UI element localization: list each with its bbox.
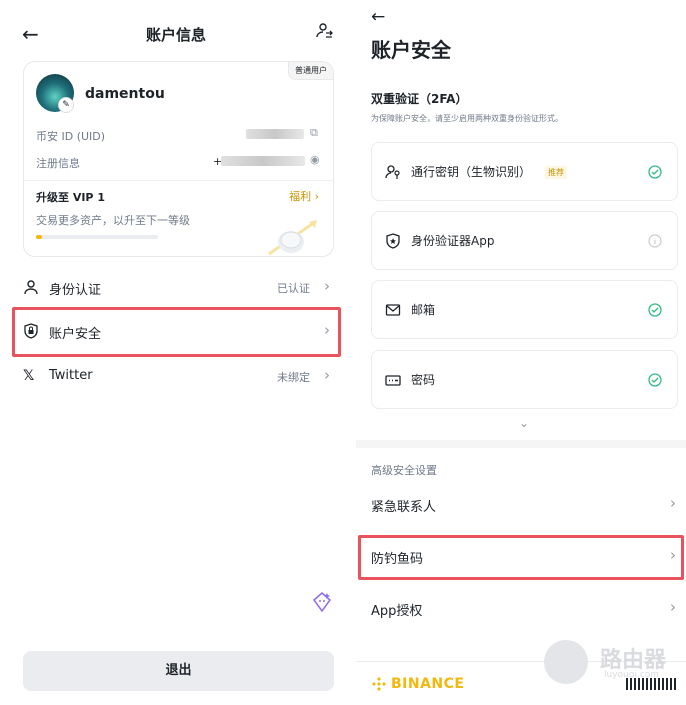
person-icon (24, 280, 38, 295)
page-title: 账户安全 (371, 38, 451, 62)
x-logo-icon: 𝕏 (23, 368, 35, 384)
benefits-link[interactable]: 福利 › (289, 188, 319, 204)
watermark: 路由器 luyouqi.com (544, 638, 678, 698)
setting-app-authorization[interactable]: App授权 › (371, 598, 676, 622)
vip-upgrade-subtitle: 交易更多资产，以升至下一等级 (36, 214, 190, 227)
uid-value-masked (246, 129, 304, 139)
method-password[interactable]: 密码 (371, 350, 678, 409)
method-passkey[interactable]: 通行密钥（生物识别） 推荐 (371, 142, 678, 201)
twofa-section-subtitle: 为保障账户安全，请至少启用两种双重身份验证形式。 (371, 114, 563, 123)
menu-item-label: Twitter (49, 368, 93, 383)
setting-label: 紧急联系人 (371, 500, 437, 515)
section-separator (356, 440, 686, 448)
copy-icon[interactable]: ⧉ (310, 126, 318, 140)
registration-value-masked (221, 156, 305, 166)
menu-item-label: 账户安全 (49, 327, 102, 342)
method-email[interactable]: 邮箱 (371, 280, 678, 339)
uid-label: 币安 ID (UID) (36, 130, 106, 143)
edit-avatar-icon[interactable]: ✎ (58, 97, 74, 113)
setting-label: App授权 (371, 604, 423, 619)
check-circle-icon (648, 373, 662, 387)
setting-emergency-contact[interactable]: 紧急联系人 › (371, 494, 676, 518)
benefits-label: 福利 (289, 190, 312, 203)
chevron-right-icon: › (670, 598, 676, 616)
mail-icon (385, 304, 401, 316)
setting-label: 防钓鱼码 (371, 552, 424, 567)
vip-coin-decoration-icon (268, 220, 317, 256)
registration-label: 注册信息 (36, 157, 80, 170)
qr-code-icon (626, 678, 678, 690)
method-label: 通行密钥（生物识别） (411, 165, 532, 179)
chevron-right-icon: › (324, 366, 330, 384)
watermark-logo-icon (544, 640, 588, 684)
menu-item-account-security[interactable]: 账户安全 › (23, 317, 334, 347)
method-authenticator[interactable]: 身份验证器App (371, 211, 678, 270)
method-label: 邮箱 (411, 303, 436, 317)
menu-item-status: 未绑定 (277, 371, 310, 384)
menu-item-twitter[interactable]: 𝕏 Twitter 未绑定 › (23, 362, 334, 392)
menu-item-identity[interactable]: 身份认证 已认证 › (23, 273, 334, 303)
left-header: ← 账户信息 (0, 20, 352, 48)
check-circle-icon (648, 303, 662, 317)
switch-account-icon[interactable] (316, 22, 334, 44)
menu-item-label: 身份认证 (49, 283, 102, 298)
password-icon (385, 375, 401, 386)
brand-name: BINANCE (391, 676, 465, 692)
ai-assistant-icon[interactable] (311, 591, 333, 613)
username: damentou (85, 86, 165, 102)
advanced-section-title: 高级安全设置 (371, 464, 437, 477)
check-circle-icon (648, 165, 662, 179)
divider (24, 180, 333, 181)
binance-brand: BINANCE (371, 676, 465, 692)
chevron-right-icon: › (324, 321, 330, 339)
logout-button[interactable]: 退出 (23, 651, 334, 691)
account-security-panel: ← 账户安全 双重验证（2FA） 为保障账户安全，请至少启用两种双重身份验证形式… (356, 0, 686, 705)
page-title: 账户信息 (145, 26, 206, 44)
back-arrow-icon[interactable]: ← (371, 7, 385, 27)
chevron-right-icon: › (670, 546, 676, 564)
profile-card: 普通用户 ✎ damentou 币安 ID (UID) ⧉ 注册信息 + ◉ 升… (23, 61, 334, 257)
menu-item-status: 已认证 (277, 282, 310, 295)
info-circle-icon (648, 234, 662, 248)
method-label: 身份验证器App (411, 234, 495, 248)
passkey-icon (385, 165, 400, 179)
eye-icon[interactable]: ◉ (310, 153, 320, 166)
vip-progress-bar (36, 235, 158, 239)
chevron-right-icon: › (324, 277, 330, 295)
expand-chevron-down-icon[interactable]: ⌄ (519, 416, 529, 430)
chevron-right-icon: › (670, 494, 676, 512)
vip-upgrade-title: 升级至 VIP 1 (36, 191, 105, 204)
setting-anti-phishing-code[interactable]: 防钓鱼码 › (371, 546, 676, 570)
recommended-badge: 推荐 (545, 166, 567, 179)
method-label: 密码 (411, 373, 436, 387)
vip-progress-fill (36, 235, 43, 239)
account-info-panel: ← 账户信息 普通用户 ✎ damentou 币安 ID (UID) ⧉ 注册信… (0, 0, 352, 705)
user-level-badge: 普通用户 (288, 62, 333, 80)
binance-logo-icon (372, 677, 386, 691)
authenticator-icon (386, 233, 400, 249)
twofa-section-title: 双重验证（2FA） (371, 92, 468, 106)
shield-lock-icon (24, 323, 38, 339)
